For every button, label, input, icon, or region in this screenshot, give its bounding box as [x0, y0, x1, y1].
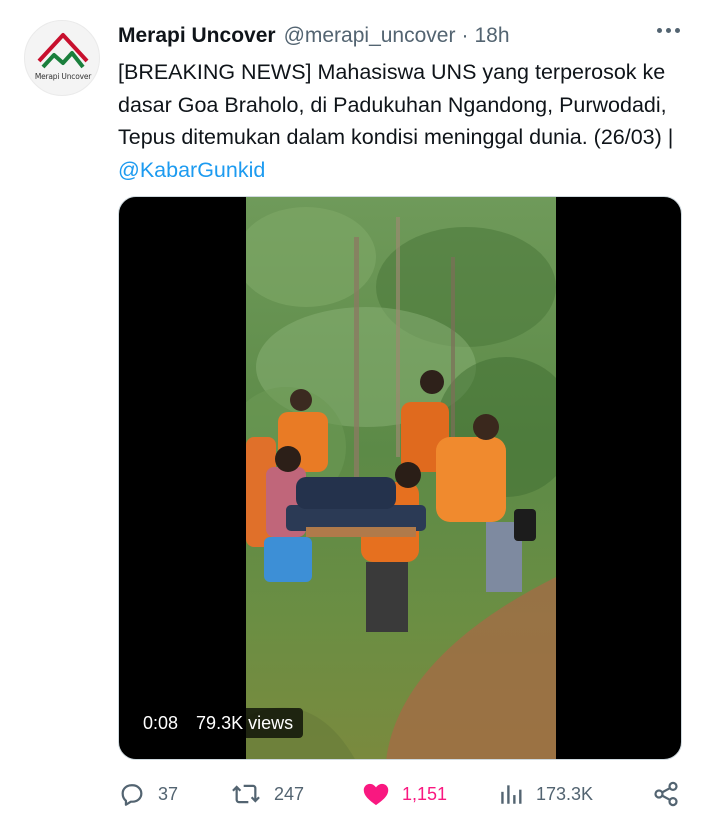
tweet-body: [BREAKING NEWS] Mahasiswa UNS yang terpe…: [118, 60, 674, 149]
reply-count: 37: [158, 783, 179, 804]
user-handle[interactable]: @merapi_uncover: [284, 24, 456, 48]
video-frame[interactable]: [246, 197, 556, 759]
retweet-button[interactable]: 247: [230, 776, 304, 812]
tweet-text: [BREAKING NEWS] Mahasiswa UNS yang terpe…: [118, 56, 678, 186]
more-icon[interactable]: [657, 28, 680, 33]
mountain-logo-icon: [37, 33, 89, 69]
video-player[interactable]: 0:08 79.3K views: [118, 196, 682, 760]
tweet: Merapi Uncover Merapi Uncover @merapi_un…: [0, 0, 706, 833]
video-timestamp: 0:08: [143, 712, 179, 733]
retweet-icon: [232, 784, 260, 804]
avatar[interactable]: Merapi Uncover: [24, 20, 100, 96]
mention-link[interactable]: @KabarGunkid: [118, 158, 265, 182]
video-overlay: 0:08 79.3K views: [133, 708, 304, 738]
action-bar: 37 247 1,151 173.3K: [118, 776, 682, 812]
video-views: 79.3K views: [196, 712, 294, 733]
heart-icon: [363, 783, 389, 806]
reply-icon: [121, 784, 143, 806]
tweet-header: Merapi Uncover @merapi_uncover · 18h: [118, 22, 510, 50]
share-button[interactable]: [652, 776, 680, 812]
like-count: 1,151: [402, 783, 448, 804]
separator-dot: ·: [461, 24, 469, 47]
share-icon: [654, 781, 678, 807]
avatar-label: Merapi Uncover: [34, 72, 92, 81]
like-button[interactable]: 1,151: [362, 776, 447, 812]
video-thumbnail-image: [246, 197, 556, 759]
display-name[interactable]: Merapi Uncover: [118, 24, 276, 48]
timestamp[interactable]: 18h: [474, 24, 509, 48]
views-icon: [501, 785, 522, 804]
reply-button[interactable]: 37: [118, 776, 178, 812]
views-button[interactable]: 173.3K: [498, 776, 593, 812]
views-count: 173.3K: [536, 783, 594, 804]
retweet-count: 247: [274, 783, 305, 804]
